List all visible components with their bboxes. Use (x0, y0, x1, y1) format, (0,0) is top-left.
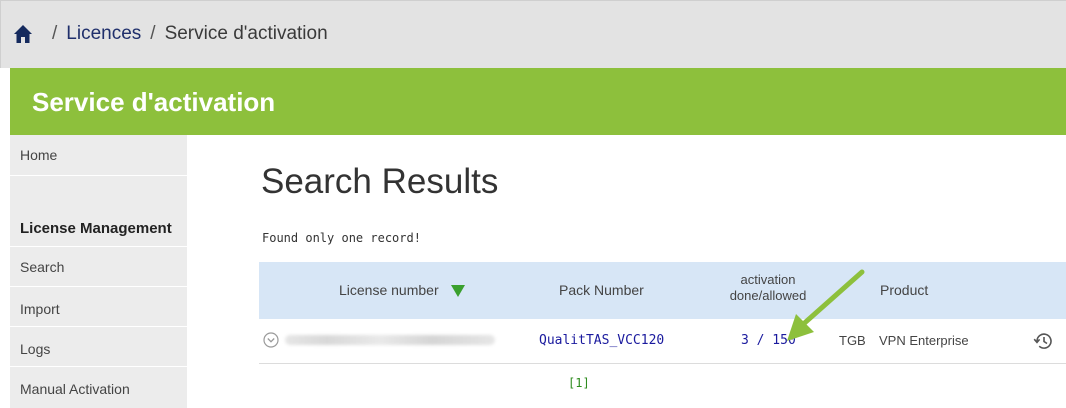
sidebar-item-import[interactable]: Import (10, 287, 187, 327)
page-title: Search Results (261, 162, 499, 201)
section-header: Service d'activation (10, 68, 1066, 135)
pack-number-link[interactable]: QualitTAS_VCC120 (539, 333, 664, 348)
sidebar-heading-license-management: License Management (10, 176, 187, 247)
sidebar-item-label: Import (20, 301, 60, 317)
section-title: Service d'activation (32, 87, 276, 117)
result-count-message: Found only one record! (262, 231, 421, 245)
main-content: Search Results Found only one record! Li… (187, 135, 1066, 408)
sidebar-item-label: Search (20, 259, 65, 275)
breadcrumb-current-page: Service d'activation (164, 23, 328, 44)
license-number-value-redacted (285, 335, 495, 345)
sidebar-item-search[interactable]: Search (10, 247, 187, 287)
sidebar-item-label: Home (20, 147, 58, 163)
pagination-page-1[interactable]: [1] (568, 376, 590, 390)
breadcrumb-bar: / Licences / Service d'activation (0, 0, 1066, 68)
sidebar-item-label: Manual Activation (20, 381, 130, 397)
column-header-label: Product (880, 282, 929, 298)
column-header-pack-number[interactable]: Pack Number (559, 282, 644, 298)
breadcrumb: / Licences / Service d'activation (13, 21, 328, 47)
column-header-product[interactable]: Product (880, 282, 928, 298)
sidebar-heading-label: License Management (20, 220, 172, 237)
breadcrumb-separator: / (52, 23, 58, 44)
results-table-header: License number Pack Number activation do… (259, 262, 1066, 319)
activation-count-link[interactable]: 3 / 150 (741, 333, 796, 348)
product-prefix: TGB (839, 333, 866, 348)
chevron-down-circle-icon[interactable] (263, 332, 279, 348)
product-name: VPN Enterprise (879, 333, 969, 348)
breadcrumb-separator: / (150, 23, 156, 44)
table-row: QualitTAS_VCC120 3 / 150 TGB VPN Enterpr… (259, 319, 1066, 364)
sidebar: Home License Management Search Import Lo… (10, 135, 187, 408)
column-header-label: License number (339, 282, 439, 298)
breadcrumb-licences[interactable]: Licences (66, 23, 141, 45)
column-header-label-line1: activation (740, 272, 796, 287)
sidebar-item-manual-activation[interactable]: Manual Activation (10, 367, 187, 408)
history-icon[interactable] (1032, 330, 1054, 352)
sidebar-item-logs[interactable]: Logs (10, 327, 187, 367)
column-header-license-number[interactable]: License number (339, 282, 465, 300)
triangle-down-icon[interactable] (450, 284, 465, 300)
sidebar-item-label: Logs (20, 341, 51, 357)
column-header-label-line2: done/allowed (729, 288, 807, 303)
home-icon[interactable] (13, 24, 33, 44)
column-header-label: Pack Number (559, 282, 644, 298)
sidebar-item-home[interactable]: Home (10, 135, 187, 176)
column-header-activation[interactable]: activation done/allowed (713, 272, 823, 304)
